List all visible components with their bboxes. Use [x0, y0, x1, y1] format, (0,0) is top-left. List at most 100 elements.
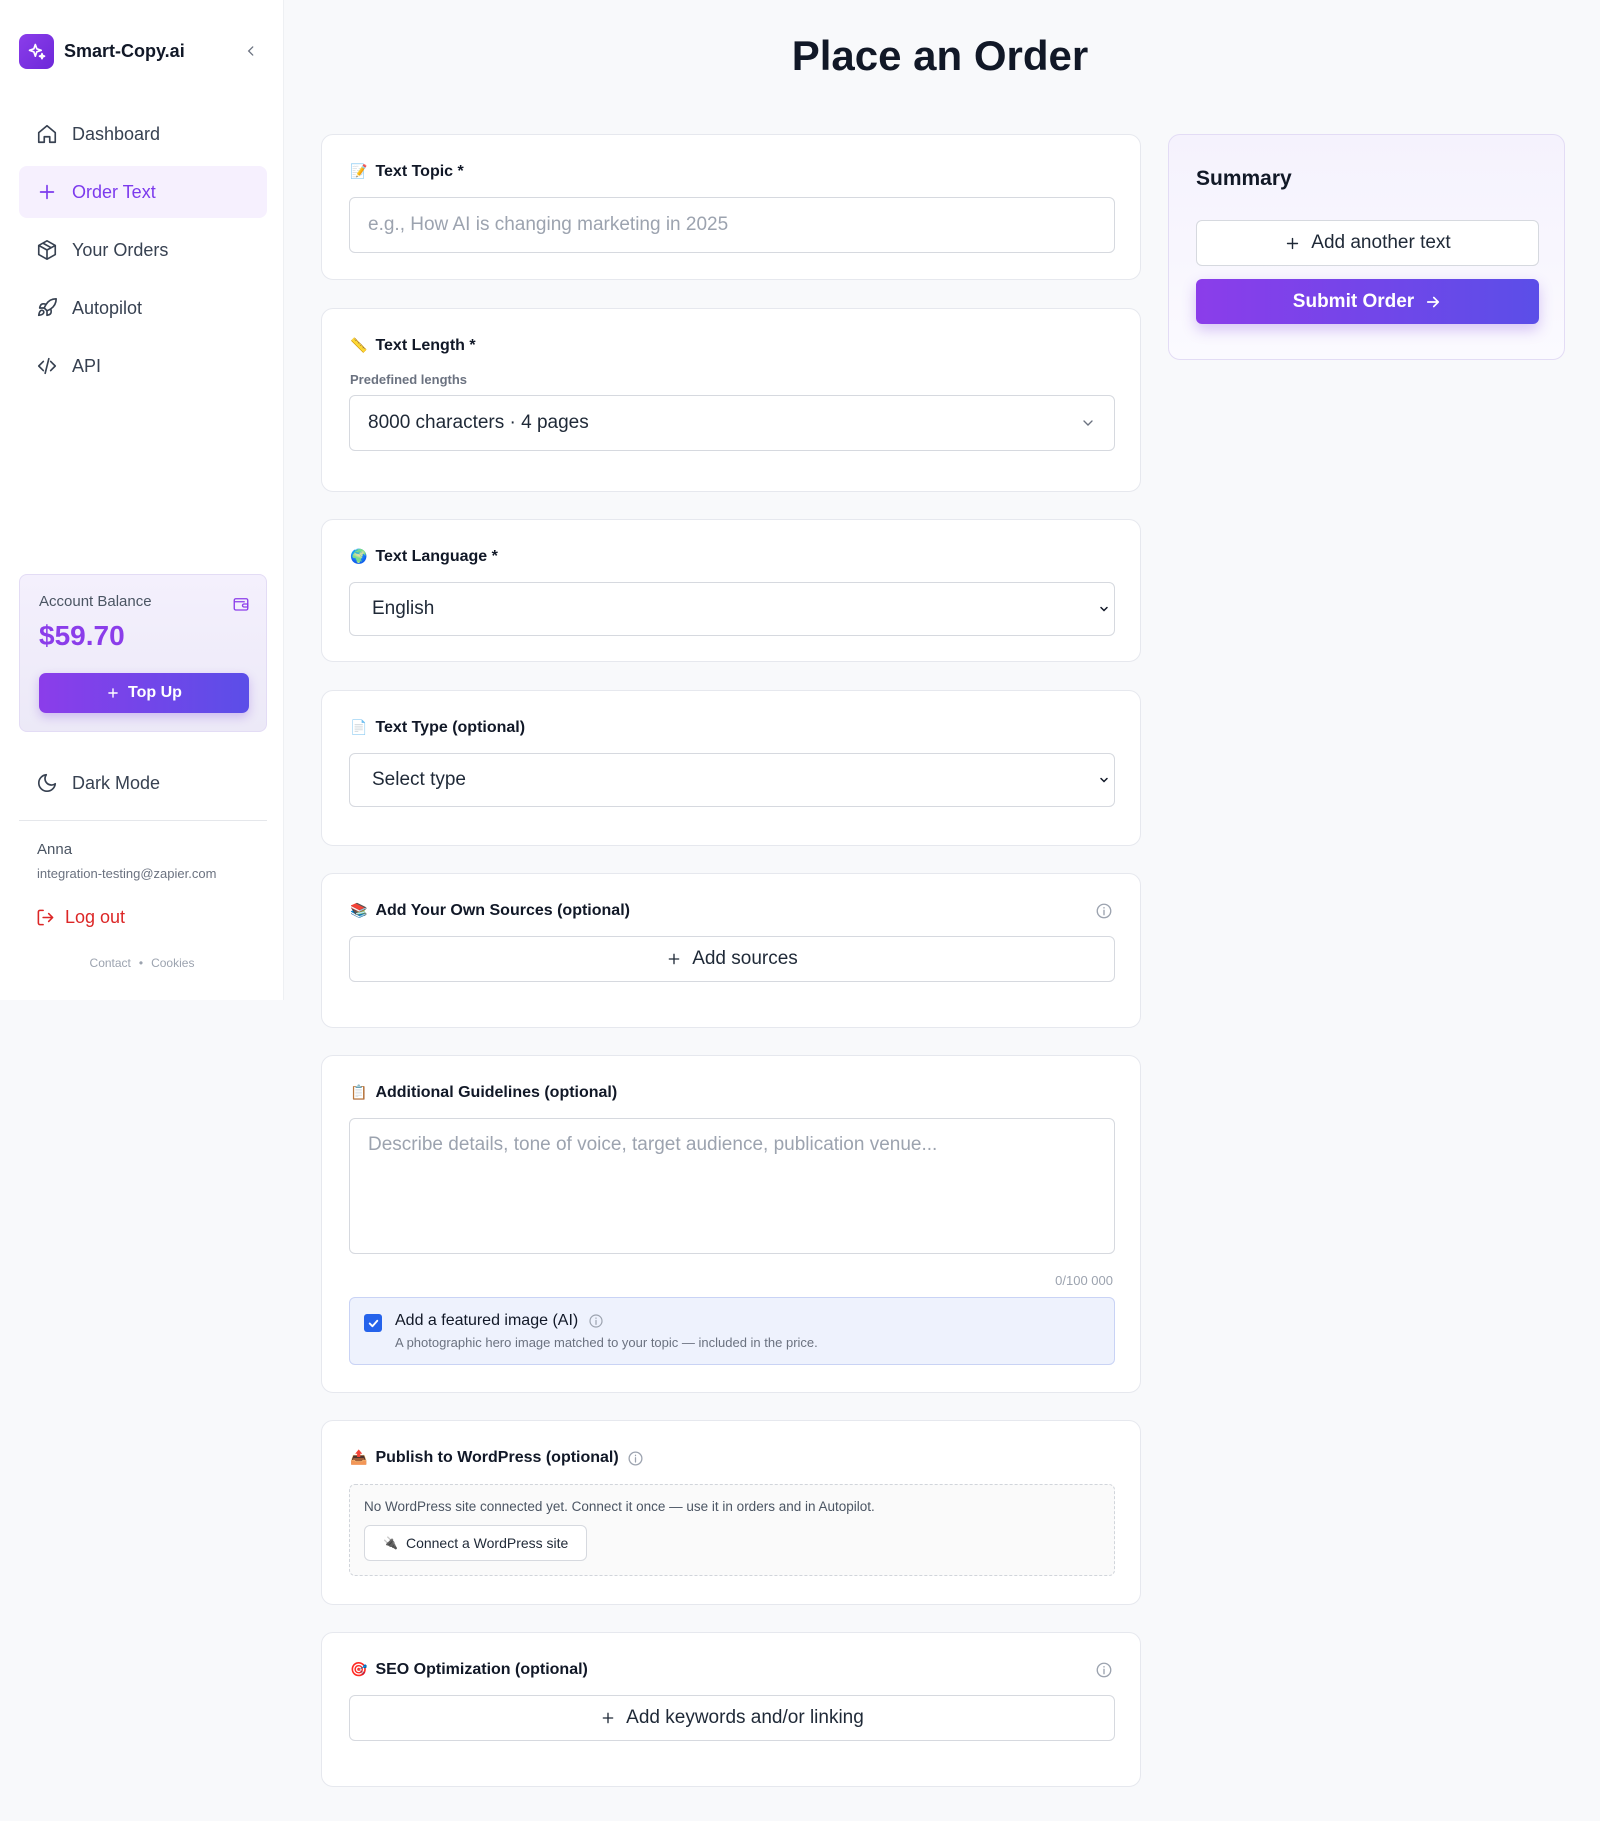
text-length-select[interactable]: 8000 characters · 4 pages: [349, 395, 1115, 451]
text-topic-input[interactable]: e.g., How AI is changing marketing in 20…: [349, 197, 1115, 253]
add-another-text-button[interactable]: Add another text: [1196, 220, 1539, 266]
featured-image-checkbox[interactable]: [364, 1314, 382, 1332]
connect-wordpress-label: Connect a WordPress site: [405, 1535, 569, 1551]
wallet-icon[interactable]: [232, 595, 250, 618]
featured-image-description: A photographic hero image matched to you…: [395, 1335, 818, 1350]
clipboard-icon: 📋: [350, 1085, 368, 1101]
sparkle-logo-icon: [19, 34, 54, 69]
info-icon[interactable]: [1095, 902, 1113, 920]
text-topic-label: 📝 Text Topic *: [350, 163, 464, 181]
info-icon[interactable]: [627, 1450, 644, 1467]
text-topic-card: 📝 Text Topic * e.g., How AI is changing …: [321, 134, 1141, 280]
chevron-down-icon: [1083, 420, 1093, 426]
add-sources-label: Add sources: [692, 948, 798, 969]
page-title: Place an Order: [791, 32, 1089, 79]
top-up-button[interactable]: Top Up: [39, 673, 249, 713]
text-type-select[interactable]: Select type: [349, 753, 1115, 807]
plus-icon: [668, 953, 680, 965]
character-counter: 0/100 000: [1055, 1273, 1113, 1288]
summary-title: Summary: [1196, 167, 1292, 190]
plus-icon: [108, 688, 118, 698]
submit-order-label: Submit Order: [1292, 290, 1415, 312]
brand[interactable]: Smart-Copy.ai: [19, 34, 185, 69]
info-icon[interactable]: [1095, 1661, 1113, 1679]
ruler-icon: 📏: [350, 338, 368, 354]
contact-link[interactable]: Contact: [90, 956, 131, 970]
submit-order-button[interactable]: Submit Order: [1196, 279, 1539, 324]
logout-button[interactable]: Log out: [36, 907, 125, 928]
sidebar-item-order-text[interactable]: Order Text: [19, 166, 267, 218]
featured-image-title: Add a featured image (AI): [395, 1312, 604, 1330]
brand-name: Smart-Copy.ai: [64, 41, 185, 61]
collapse-sidebar-button[interactable]: [240, 40, 262, 62]
checkmark-icon: [368, 1319, 378, 1327]
dark-mode-toggle[interactable]: Dark Mode: [36, 772, 160, 794]
chevron-down-icon: [1100, 606, 1108, 612]
text-topic-label-text: Text Topic *: [375, 163, 464, 180]
add-keywords-button[interactable]: Add keywords and/or linking: [349, 1695, 1115, 1741]
featured-image-option: Add a featured image (AI) A photographic…: [349, 1297, 1115, 1365]
text-language-value: English: [372, 598, 435, 619]
balance-label: Account Balance: [39, 593, 152, 610]
code-icon: [37, 357, 57, 375]
outbox-icon: 📤: [350, 1450, 368, 1466]
cookies-link[interactable]: Cookies: [151, 956, 194, 970]
predefined-lengths-label: Predefined lengths: [350, 372, 468, 387]
sidebar-item-dashboard[interactable]: Dashboard: [19, 108, 267, 160]
dark-mode-label: Dark Mode: [72, 772, 161, 793]
text-length-label: 📏 Text Length *: [350, 337, 476, 355]
wordpress-label: 📤 Publish to WordPress (optional): [350, 1449, 644, 1467]
moon-icon: [37, 773, 57, 793]
globe-icon: 🌍: [350, 549, 368, 565]
target-icon: 🎯: [350, 1662, 368, 1678]
user-name: Anna: [37, 841, 73, 858]
seo-label: 🎯 SEO Optimization (optional): [350, 1661, 588, 1679]
seo-label-text: SEO Optimization (optional): [375, 1661, 588, 1678]
home-icon: [37, 124, 57, 144]
sidebar-item-label: Dashboard: [72, 123, 161, 144]
add-keywords-label: Add keywords and/or linking: [626, 1707, 864, 1728]
text-length-value: 8000 characters · 4 pages: [368, 412, 589, 433]
featured-image-title-text: Add a featured image (AI): [395, 1312, 579, 1329]
sidebar-item-your-orders[interactable]: Your Orders: [19, 224, 267, 276]
guidelines-label: 📋 Additional Guidelines (optional): [350, 1084, 617, 1102]
chevron-left-icon: [247, 46, 254, 56]
logout-label: Log out: [65, 907, 126, 927]
connect-wordpress-button[interactable]: 🔌 Connect a WordPress site: [364, 1525, 588, 1561]
text-language-select[interactable]: English: [349, 582, 1115, 636]
package-icon: [37, 240, 57, 260]
books-icon: 📚: [350, 903, 368, 919]
text-language-label-text: Text Language *: [375, 548, 498, 565]
sidebar-item-label: Autopilot: [72, 297, 143, 318]
wordpress-connect-box: No WordPress site connected yet. Connect…: [349, 1484, 1115, 1576]
add-sources-button[interactable]: Add sources: [349, 936, 1115, 982]
text-type-value: Select type: [372, 769, 466, 790]
sidebar-item-label: Your Orders: [72, 239, 169, 260]
wordpress-card: 📤 Publish to WordPress (optional) No Wor…: [321, 1420, 1141, 1605]
info-icon[interactable]: [588, 1313, 604, 1329]
text-topic-placeholder: e.g., How AI is changing marketing in 20…: [368, 214, 729, 235]
sidebar: Smart-Copy.ai Dashboard Order Text Your …: [0, 0, 284, 1000]
memo-icon: 📝: [350, 164, 368, 180]
sidebar-item-label: API: [72, 355, 102, 376]
wordpress-label-text: Publish to WordPress (optional): [375, 1449, 619, 1466]
logout-icon: [37, 909, 54, 926]
separator-dot: •: [138, 956, 144, 970]
sidebar-item-api[interactable]: API: [19, 340, 267, 392]
text-type-card: 📄 Text Type (optional) Select type: [321, 690, 1141, 846]
arrow-right-icon: [1427, 296, 1440, 307]
sidebar-divider: [19, 820, 267, 821]
add-another-text-label: Add another text: [1311, 232, 1451, 253]
sources-label: 📚 Add Your Own Sources (optional): [350, 902, 630, 920]
sources-label-text: Add Your Own Sources (optional): [375, 902, 630, 919]
sidebar-nav: Dashboard Order Text Your Orders Autopil…: [19, 108, 267, 398]
chevron-down-icon: [1100, 777, 1108, 783]
guidelines-textarea[interactable]: Describe details, tone of voice, target …: [349, 1118, 1115, 1254]
wordpress-status-text: No WordPress site connected yet. Connect…: [364, 1499, 875, 1514]
guidelines-label-text: Additional Guidelines (optional): [375, 1084, 618, 1101]
text-type-label: 📄 Text Type (optional): [350, 719, 525, 737]
sidebar-item-autopilot[interactable]: Autopilot: [19, 282, 267, 334]
plus-icon: [39, 184, 55, 200]
guidelines-card: 📋 Additional Guidelines (optional) Descr…: [321, 1055, 1141, 1393]
text-language-label: 🌍 Text Language *: [350, 548, 498, 566]
